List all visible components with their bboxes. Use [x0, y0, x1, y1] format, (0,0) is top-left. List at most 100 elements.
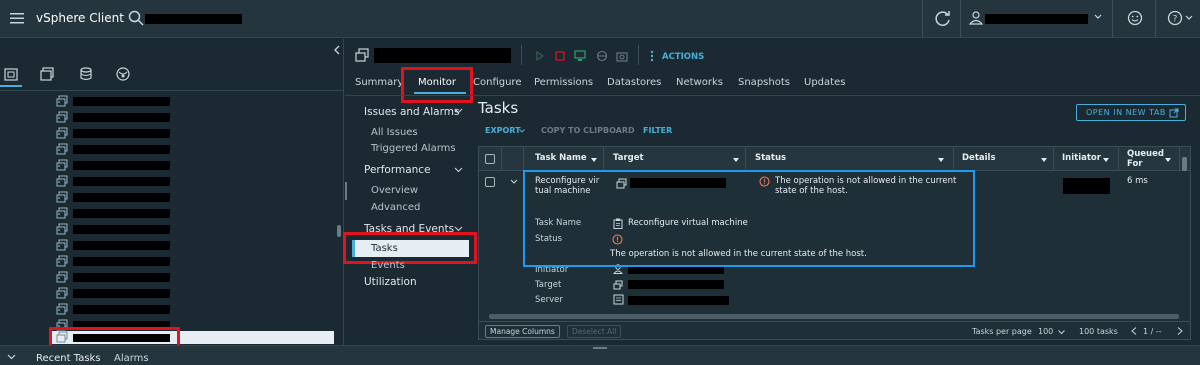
tab-networks[interactable]: Networks: [676, 77, 723, 88]
inventory-pane: [0, 39, 344, 350]
user-name[interactable]: [985, 14, 1088, 24]
subnav-utilization[interactable]: Utilization: [364, 276, 417, 288]
filter-icon[interactable]: [1103, 158, 1109, 162]
vm-icon: [56, 239, 68, 251]
grid-header: Task Name Target Status Details Initiato…: [479, 147, 1190, 171]
console-icon[interactable]: [574, 50, 586, 62]
expand-row-chevron-icon[interactable]: [510, 179, 518, 185]
highlight-tasks-subnav: [343, 232, 477, 264]
tab-snapshots[interactable]: Snapshots: [738, 77, 790, 88]
chevron-down-icon[interactable]: [519, 129, 525, 133]
server-icon: [613, 294, 624, 305]
vm-icon: [56, 143, 68, 155]
app-title[interactable]: vSphere Client: [36, 11, 124, 25]
col-queued-for[interactable]: Queued For: [1127, 149, 1164, 169]
chevron-down-icon[interactable]: [454, 167, 463, 173]
detail-server-label: Server: [535, 295, 563, 305]
resize-handle[interactable]: [593, 347, 607, 349]
open-new-tab-button[interactable]: OPEN IN NEW TAB: [1076, 104, 1186, 121]
networking-icon[interactable]: [116, 67, 130, 81]
filter-icon[interactable]: [591, 158, 597, 162]
subnav-triggered-alarms[interactable]: Triggered Alarms: [371, 143, 456, 154]
smiley-feedback-icon[interactable]: [1127, 10, 1143, 26]
col-initiator[interactable]: Initiator: [1062, 153, 1101, 163]
chevron-down-icon[interactable]: [1094, 14, 1102, 20]
tree-scrollbar[interactable]: [337, 225, 341, 237]
tab-updates[interactable]: Updates: [804, 77, 845, 88]
tab-permissions[interactable]: Permissions: [534, 77, 593, 88]
alarms-tab[interactable]: Alarms: [114, 353, 149, 364]
vm-name: [73, 241, 170, 250]
prev-page-icon[interactable]: [1131, 327, 1137, 335]
deselect-all-button[interactable]: Deselect All: [567, 325, 622, 338]
tab-configure[interactable]: Configure: [473, 77, 521, 88]
next-page-icon[interactable]: [1177, 327, 1183, 335]
tab-summary[interactable]: Summary: [355, 77, 403, 88]
copy-to-clipboard-button[interactable]: COPY TO CLIPBOARD: [541, 126, 635, 135]
subnav-issues-alarms[interactable]: Issues and Alarms: [364, 106, 459, 118]
col-task-name[interactable]: Task Name: [535, 153, 587, 163]
tab-datastores[interactable]: Datastores: [607, 77, 661, 88]
search-icon[interactable]: [128, 10, 144, 26]
top-header: vSphere Client ?: [0, 0, 1200, 38]
col-status[interactable]: Status: [755, 153, 786, 163]
refresh-icon[interactable]: [934, 10, 952, 28]
row-checkbox[interactable]: [485, 177, 495, 187]
filter-icon[interactable]: [938, 158, 944, 162]
help-icon[interactable]: ?: [1167, 10, 1195, 26]
detail-target-value[interactable]: [628, 280, 724, 289]
actions-button[interactable]: ACTIONS: [662, 52, 704, 62]
export-button[interactable]: EXPORT: [485, 126, 521, 135]
vm-name: [73, 289, 170, 298]
storage-icon[interactable]: [79, 67, 93, 81]
tasks-per-page-select[interactable]: 100: [1038, 327, 1053, 336]
vm-name: [73, 97, 170, 106]
chevron-down-icon[interactable]: [7, 354, 16, 360]
power-off-icon[interactable]: [555, 51, 565, 61]
hamburger-menu-icon[interactable]: [10, 12, 24, 24]
tasks-per-page-label: Tasks per page: [972, 327, 1032, 336]
grid-vertical-scrollbar[interactable]: [1182, 157, 1187, 171]
vm-icon: [56, 175, 68, 187]
search-input[interactable]: [145, 14, 242, 24]
vm-name: [73, 209, 170, 218]
vms-templates-icon[interactable]: [40, 67, 54, 81]
vm-name: [73, 113, 170, 122]
manage-columns-button[interactable]: Manage Columns: [485, 325, 560, 338]
highlight-monitor-tab: [401, 67, 473, 103]
hosts-clusters-icon[interactable]: [4, 67, 18, 81]
migrate-icon[interactable]: [596, 50, 608, 62]
snapshot-icon[interactable]: [616, 50, 628, 62]
power-on-icon[interactable]: [535, 51, 545, 61]
subnav-performance[interactable]: Performance: [364, 164, 431, 176]
collapse-pane-icon[interactable]: [333, 45, 341, 55]
subnav-events[interactable]: Events: [371, 260, 405, 271]
filter-icon[interactable]: [733, 158, 739, 162]
select-all-checkbox[interactable]: [485, 154, 495, 164]
filter-icon[interactable]: [1165, 158, 1171, 162]
col-target[interactable]: Target: [613, 153, 644, 163]
vm-icon: [56, 255, 68, 267]
user-icon[interactable]: [969, 11, 983, 25]
actions-kebab-icon[interactable]: [650, 50, 654, 62]
vm-name: [73, 193, 170, 202]
page-title: Tasks: [478, 99, 519, 117]
subnav-advanced[interactable]: Advanced: [371, 202, 420, 213]
subnav-all-issues[interactable]: All Issues: [371, 127, 418, 138]
vm-name: [73, 305, 170, 314]
vm-name: [73, 129, 170, 138]
filter-icon[interactable]: [1041, 158, 1047, 162]
detail-server-value[interactable]: [628, 296, 729, 305]
subnav-overview[interactable]: Overview: [371, 185, 418, 196]
open-new-tab-label: OPEN IN NEW TAB: [1086, 108, 1166, 117]
col-details[interactable]: Details: [962, 153, 996, 163]
chevron-down-icon[interactable]: [454, 108, 463, 114]
grid-horizontal-scrollbar[interactable]: [489, 314, 1179, 319]
recent-tasks-tab[interactable]: Recent Tasks: [36, 353, 101, 364]
vm-icon: [56, 207, 68, 219]
resize-handle[interactable]: [345, 182, 347, 200]
filter-button[interactable]: FILTER: [643, 126, 672, 135]
task-count: 100 tasks: [1079, 327, 1118, 336]
vm-name: [73, 145, 170, 154]
chevron-down-icon[interactable]: [1058, 330, 1065, 335]
